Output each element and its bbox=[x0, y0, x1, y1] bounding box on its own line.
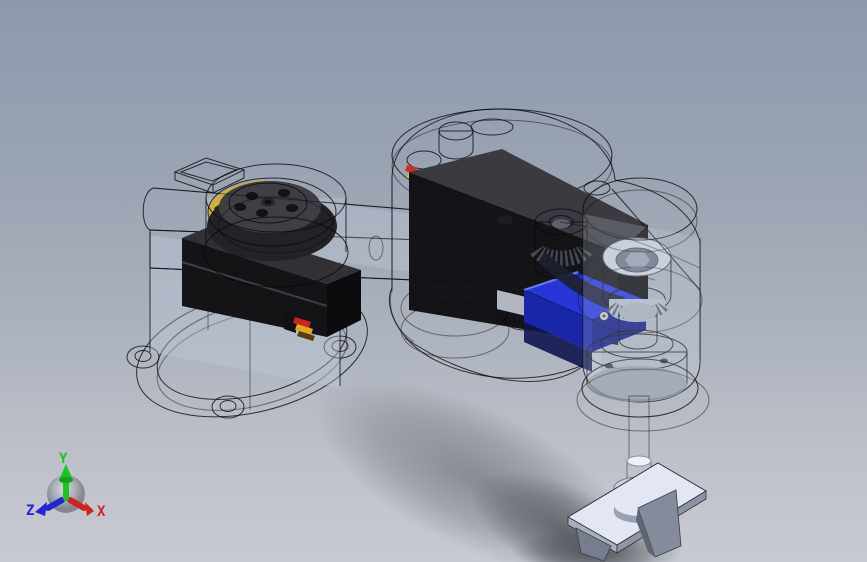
wrist-glass bbox=[583, 214, 700, 400]
model-scene[interactable]: X Y Z bbox=[0, 0, 867, 562]
x-axis-label: X bbox=[97, 504, 106, 520]
cad-viewport[interactable]: X Y Z bbox=[0, 0, 867, 562]
forearm-assembly[interactable] bbox=[388, 108, 710, 432]
z-axis-label: Z bbox=[26, 503, 34, 519]
orientation-triad: X Y Z bbox=[26, 451, 106, 520]
y-axis-label: Y bbox=[59, 451, 68, 467]
